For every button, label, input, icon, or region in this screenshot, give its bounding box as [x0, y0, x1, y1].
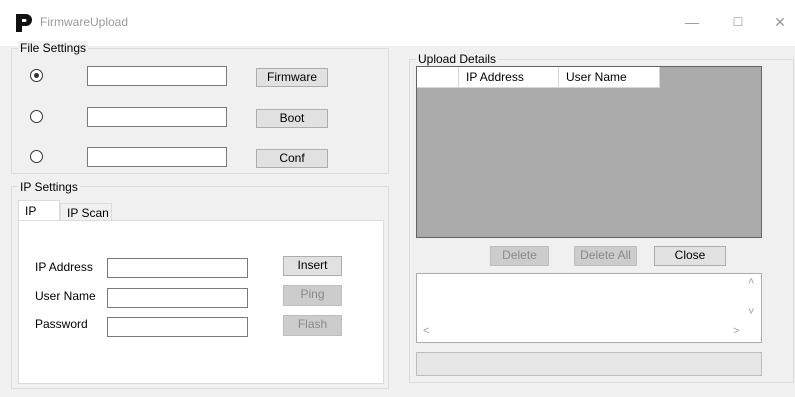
delete-button[interactable]: Delete [490, 246, 549, 266]
radio-selected-dot [34, 73, 39, 78]
password-label: Password [35, 317, 88, 331]
window-title: FirmwareUpload [40, 15, 129, 29]
tab-ip-scan[interactable]: IP Scan [60, 203, 112, 221]
conf-radio[interactable] [30, 150, 43, 163]
boot-radio[interactable] [30, 110, 43, 123]
scroll-down-icon[interactable]: ˅ [748, 306, 754, 318]
scroll-left-icon[interactable]: < [423, 325, 429, 337]
ping-button[interactable]: Ping [283, 285, 342, 306]
scroll-up-icon[interactable]: ˄ [748, 276, 754, 288]
grid-header-ip-address[interactable]: IP Address [459, 67, 559, 88]
close-window-button[interactable]: ✕ [766, 10, 794, 34]
insert-button[interactable]: Insert [283, 256, 342, 276]
ip-address-label: IP Address [35, 260, 93, 274]
title-bar: FirmwareUpload — ☐ ✕ [0, 0, 795, 46]
conf-button[interactable]: Conf [256, 149, 328, 168]
file-settings-label: File Settings [18, 41, 89, 55]
user-name-input[interactable] [107, 288, 248, 308]
maximize-button[interactable]: ☐ [724, 10, 752, 34]
user-name-label: User Name [35, 289, 96, 303]
flash-button[interactable]: Flash [283, 315, 342, 336]
conf-path-input[interactable] [87, 147, 227, 167]
app-logo-icon [16, 14, 32, 32]
firmware-button[interactable]: Firmware [256, 68, 328, 87]
ip-address-input[interactable] [107, 258, 248, 278]
ip-settings-label: IP Settings [18, 180, 80, 194]
scroll-right-icon[interactable]: > [733, 325, 739, 337]
log-textbox[interactable]: ˄ ˅ < > [416, 273, 762, 343]
boot-path-input[interactable] [87, 107, 227, 127]
close-button[interactable]: Close [654, 246, 726, 266]
minimize-button[interactable]: — [678, 10, 706, 34]
boot-button[interactable]: Boot [256, 109, 328, 128]
delete-all-button[interactable]: Delete All [574, 246, 637, 266]
firmware-path-input[interactable] [87, 66, 227, 86]
password-input[interactable] [107, 317, 248, 337]
upload-progress-bar [416, 352, 762, 376]
tab-ip[interactable]: IP [18, 200, 60, 221]
firmware-radio[interactable] [30, 69, 43, 82]
upload-details-label: Upload Details [416, 52, 499, 66]
grid-header-user-name[interactable]: User Name [559, 67, 660, 88]
grid-row-header-corner [417, 67, 459, 88]
upload-grid[interactable]: IP Address User Name [416, 66, 762, 238]
